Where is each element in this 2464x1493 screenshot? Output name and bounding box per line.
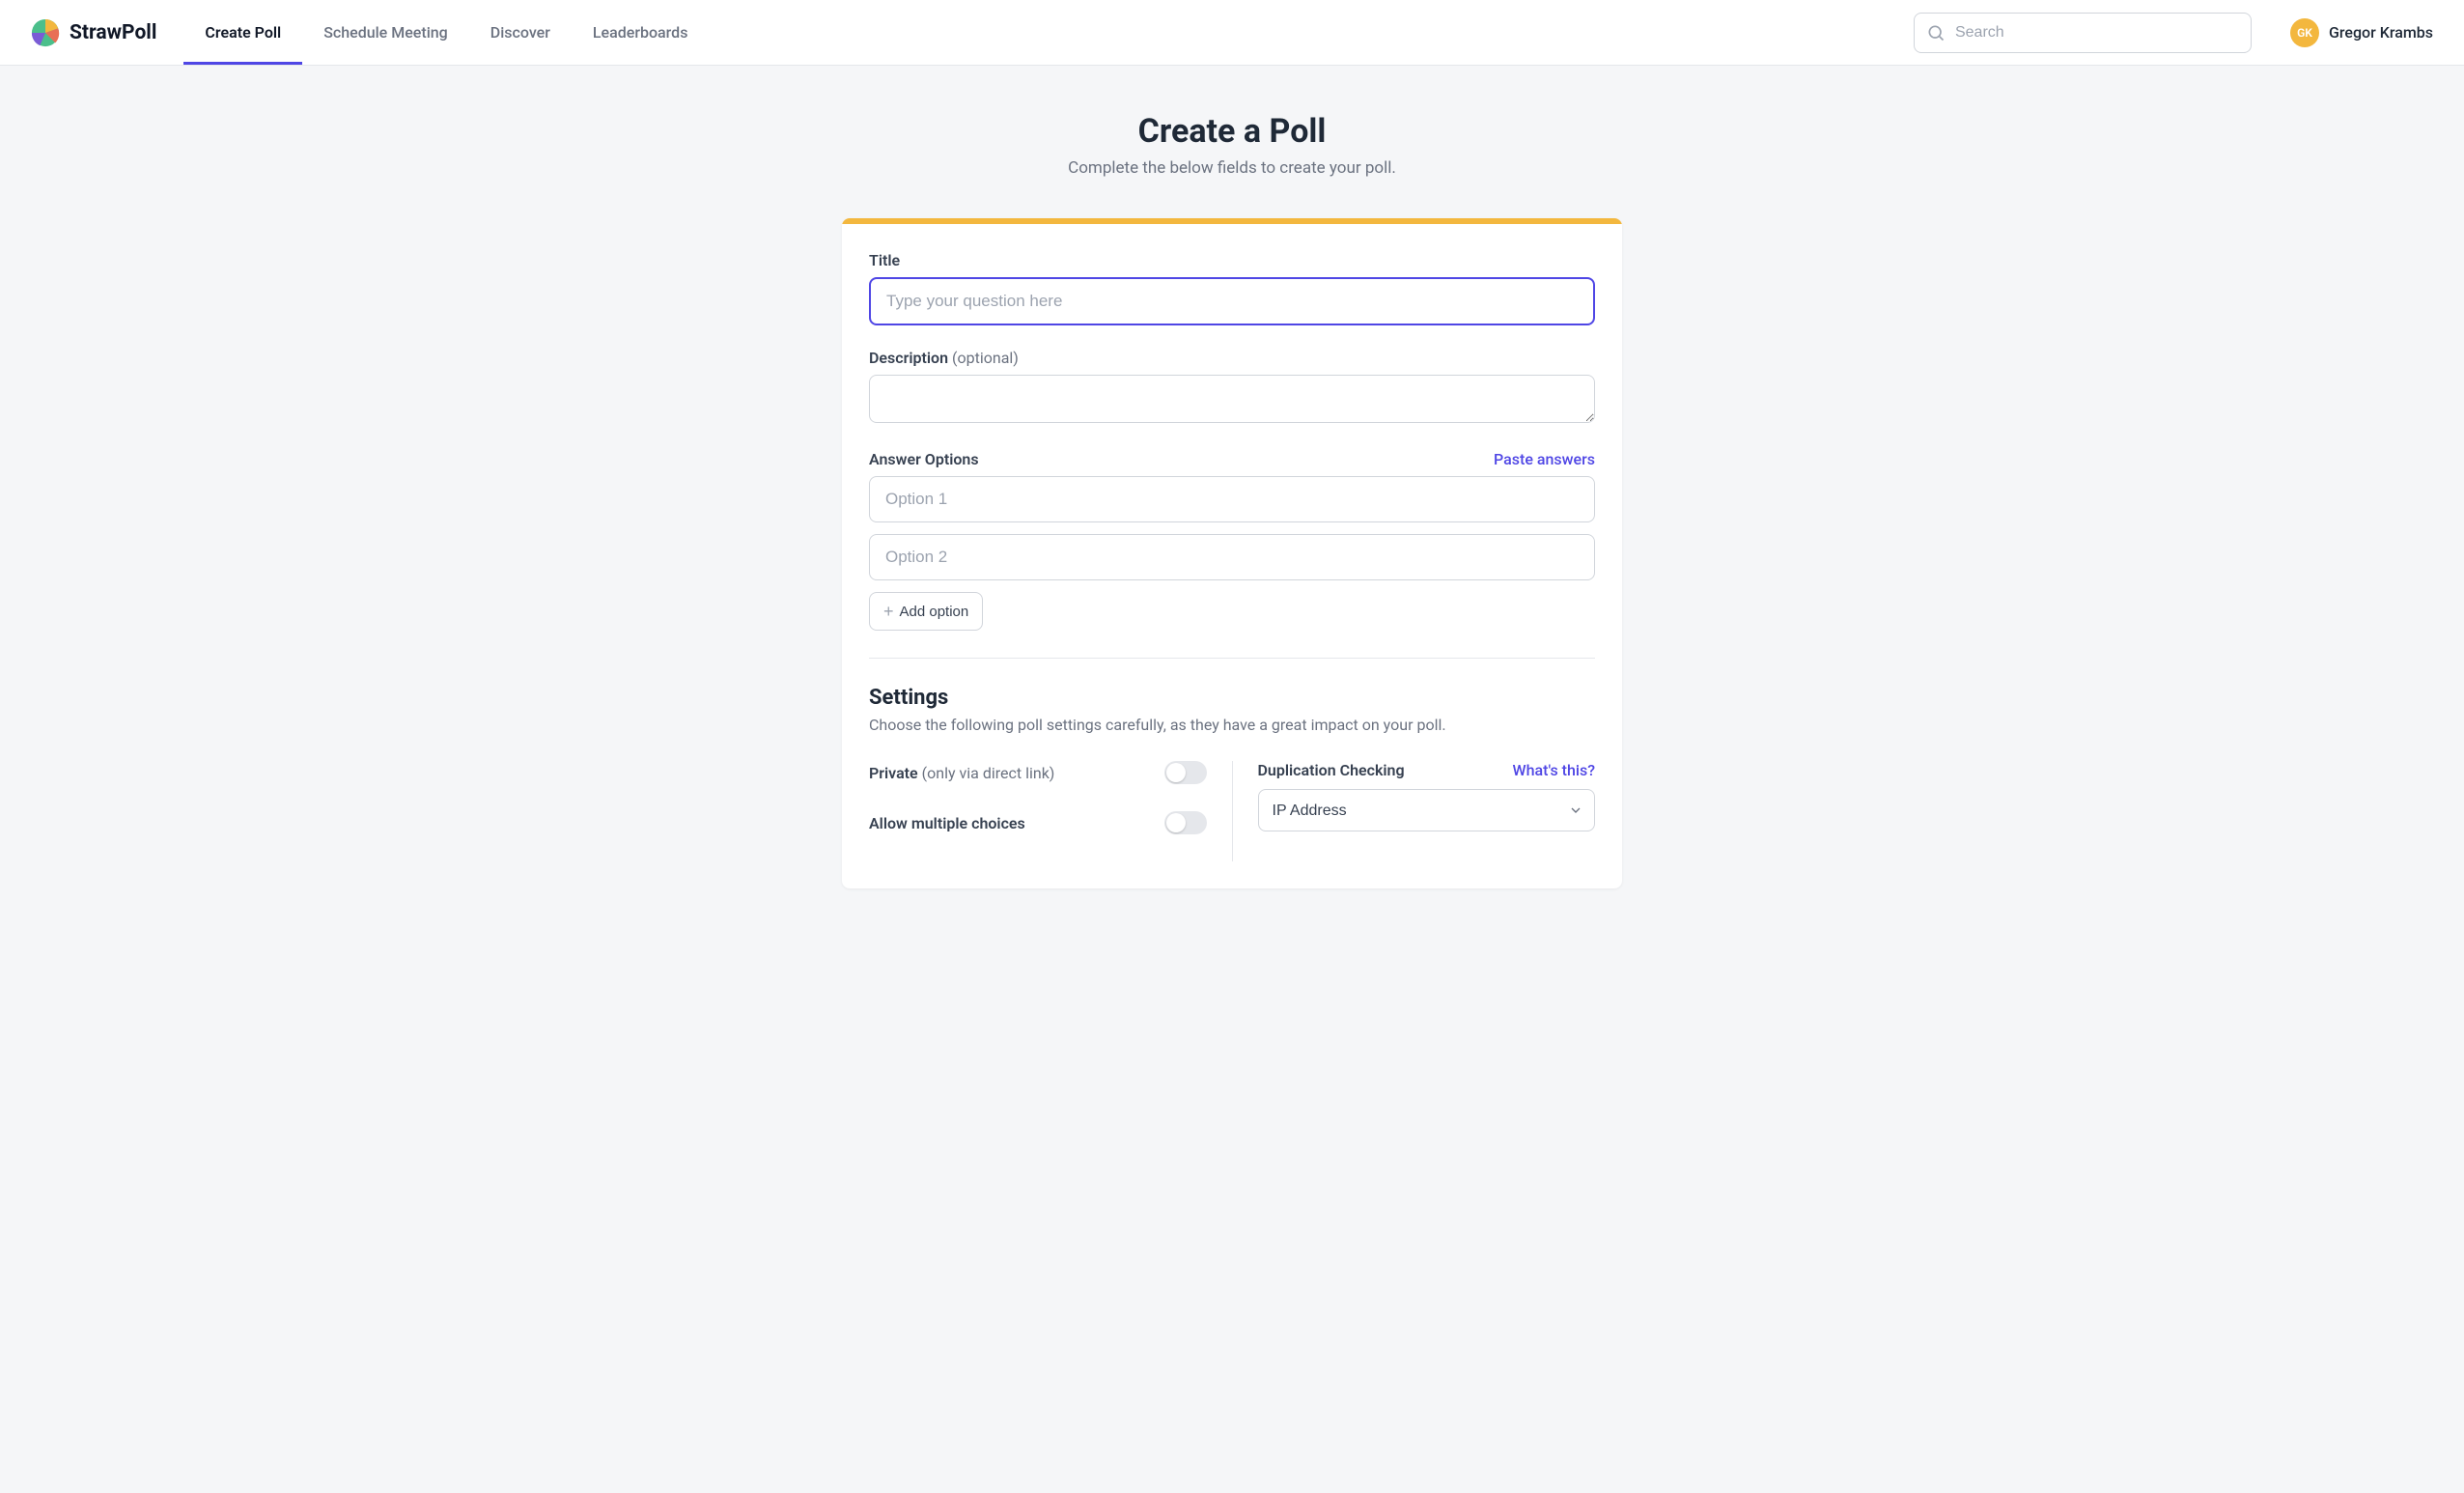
dup-select[interactable]: IP Address [1258, 789, 1596, 831]
nav-discover[interactable]: Discover [469, 0, 572, 65]
option-1-input[interactable] [869, 476, 1595, 522]
user-menu[interactable]: GK Gregor Krambs [2290, 18, 2433, 47]
title-label: Title [869, 251, 1595, 269]
page-subtitle: Complete the below fields to create your… [0, 158, 2464, 178]
nav-schedule-meeting[interactable]: Schedule Meeting [302, 0, 469, 65]
search-box[interactable] [1914, 13, 2252, 53]
nav-leaderboards[interactable]: Leaderboards [572, 0, 710, 65]
add-option-label: Add option [900, 604, 969, 620]
plus-icon: + [883, 603, 894, 620]
logo-text: StrawPoll [70, 21, 156, 44]
poll-title-input[interactable] [869, 277, 1595, 325]
multiple-toggle[interactable] [1164, 811, 1207, 834]
setting-multiple: Allow multiple choices [869, 811, 1207, 834]
page-title: Create a Poll [0, 112, 2464, 151]
private-hint: (only via direct link) [922, 764, 1055, 782]
dup-select-wrap: IP Address [1258, 789, 1596, 831]
option-2-input[interactable] [869, 534, 1595, 580]
private-toggle[interactable] [1164, 761, 1207, 784]
header: StrawPoll Create Poll Schedule Meeting D… [0, 0, 2464, 66]
private-label: Private [869, 764, 918, 782]
search-input[interactable] [1955, 24, 2239, 42]
settings-grid: Private (only via direct link) Allow mul… [869, 761, 1595, 861]
description-label-text: Description [869, 349, 948, 367]
settings-right-col: Duplication Checking What's this? IP Add… [1233, 761, 1596, 861]
whats-this-link[interactable]: What's this? [1513, 761, 1595, 779]
main-content: Create a Poll Complete the below fields … [0, 66, 2464, 946]
nav-create-poll[interactable]: Create Poll [183, 0, 302, 65]
logo-pie-icon [31, 18, 60, 47]
divider [869, 658, 1595, 659]
paste-answers-link[interactable]: Paste answers [1494, 450, 1595, 468]
answers-label: Answer Options [869, 450, 979, 468]
user-name: Gregor Krambs [2329, 23, 2433, 42]
poll-description-input[interactable] [869, 375, 1595, 423]
main-nav: Create Poll Schedule Meeting Discover Le… [183, 0, 709, 65]
settings-heading: Settings [869, 686, 1595, 710]
search-icon [1926, 23, 1946, 42]
dup-label: Duplication Checking [1258, 761, 1405, 779]
avatar: GK [2290, 18, 2319, 47]
settings-left-col: Private (only via direct link) Allow mul… [869, 761, 1233, 861]
description-label: Description (optional) [869, 349, 1595, 367]
logo[interactable]: StrawPoll [31, 18, 156, 47]
description-optional: (optional) [952, 349, 1019, 367]
multiple-label: Allow multiple choices [869, 814, 1025, 832]
settings-subheading: Choose the following poll settings caref… [869, 716, 1595, 734]
add-option-button[interactable]: + Add option [869, 592, 983, 631]
poll-form-card: Title Description (optional) Answer Opti… [842, 218, 1622, 888]
setting-private: Private (only via direct link) [869, 761, 1207, 784]
